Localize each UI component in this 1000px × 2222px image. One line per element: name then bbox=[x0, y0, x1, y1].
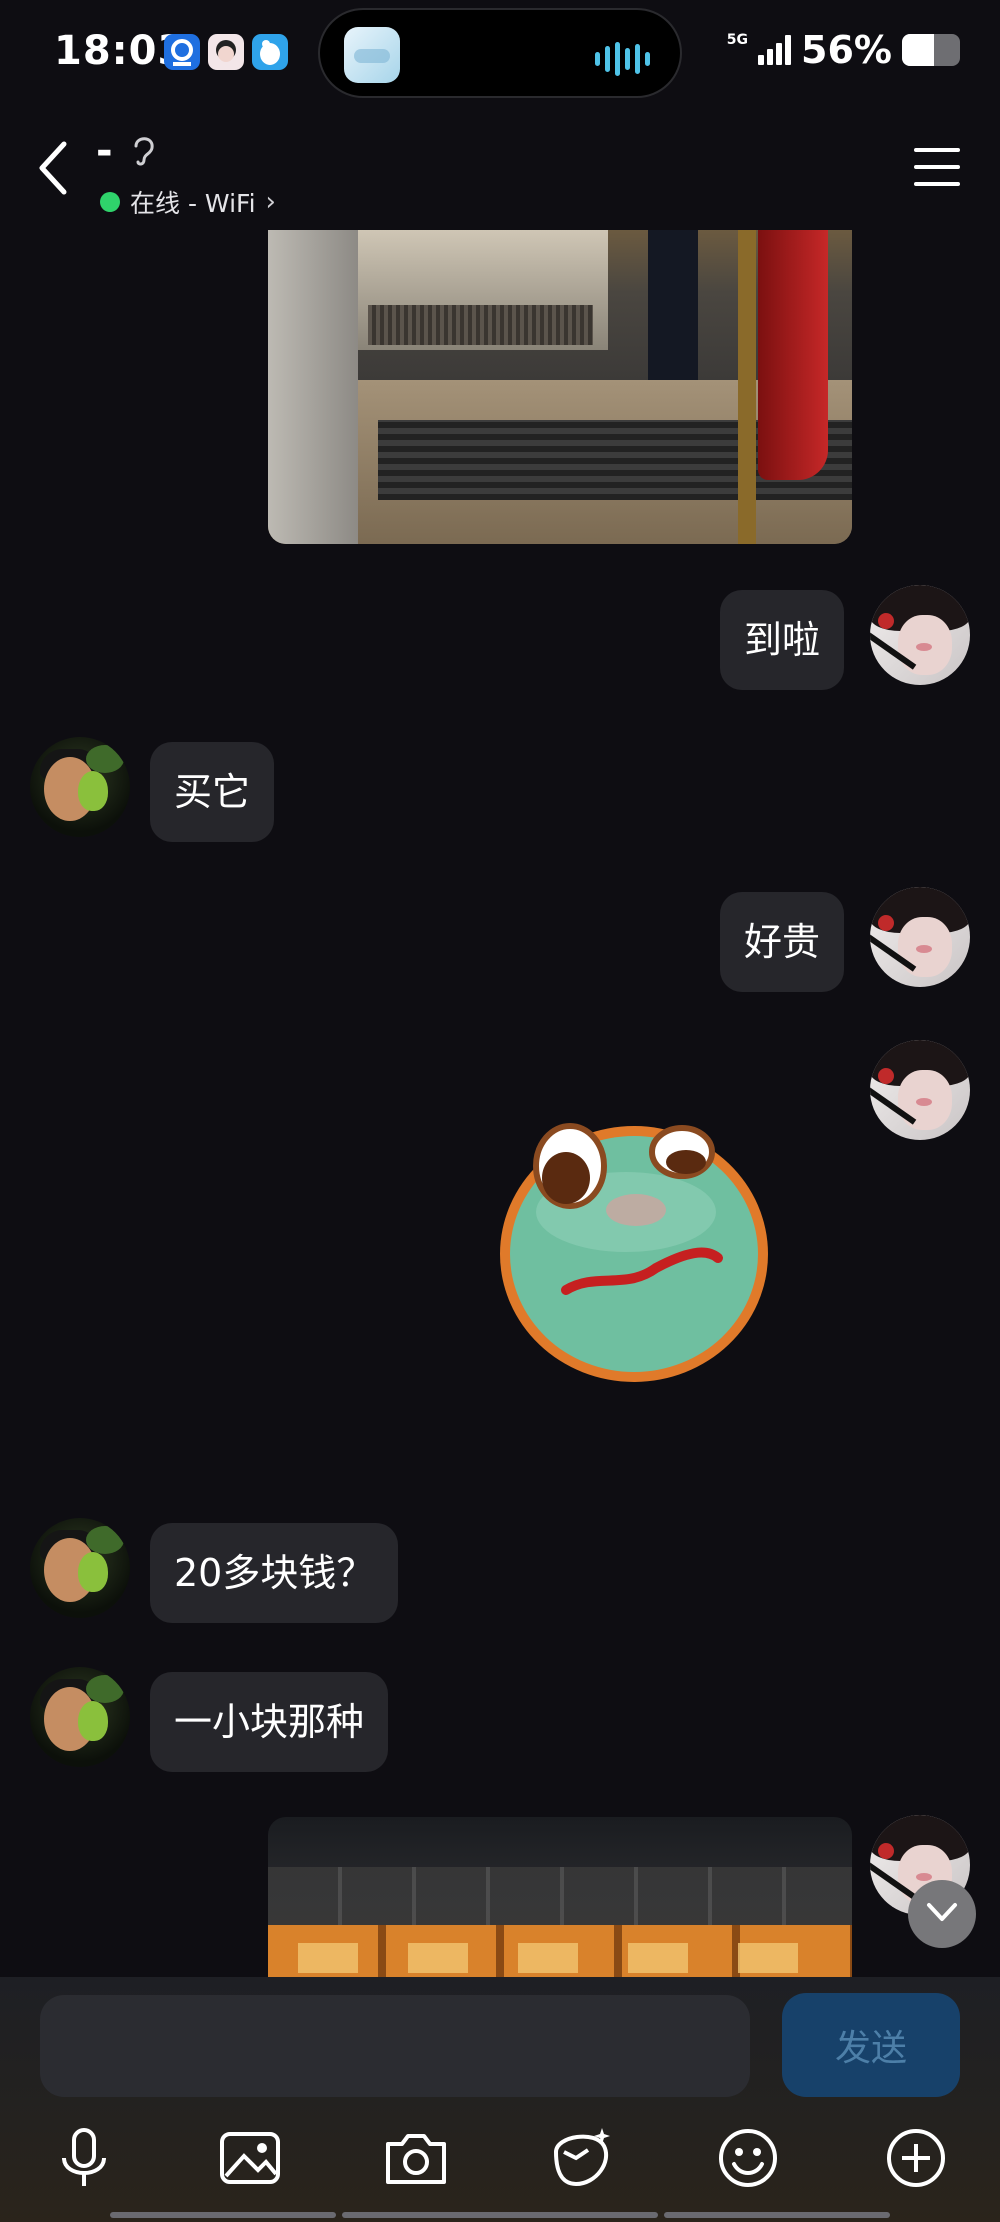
chevron-right-icon: › bbox=[265, 187, 276, 217]
app-icon-bird bbox=[252, 34, 288, 70]
camera-icon[interactable] bbox=[380, 2122, 452, 2194]
peer-avatar[interactable] bbox=[30, 1518, 130, 1618]
network-type: 5G bbox=[726, 32, 749, 48]
peer-avatar[interactable] bbox=[30, 737, 130, 837]
hamburger-icon bbox=[914, 148, 960, 152]
scroll-to-bottom-button[interactable] bbox=[908, 1880, 976, 1948]
composer: 发送 bbox=[0, 1977, 1000, 2222]
peer-avatar[interactable] bbox=[30, 1667, 130, 1767]
green-face-sticker[interactable] bbox=[496, 1112, 772, 1384]
composer-toolbar bbox=[0, 2122, 1000, 2194]
dynamic-island[interactable] bbox=[318, 8, 682, 98]
battery-icon bbox=[902, 34, 960, 66]
emoji-icon[interactable] bbox=[712, 2122, 784, 2194]
back-button[interactable] bbox=[34, 138, 74, 198]
message-bubble[interactable]: 买它 bbox=[150, 742, 275, 842]
my-avatar[interactable] bbox=[870, 887, 970, 987]
chevron-left-icon bbox=[39, 141, 67, 195]
battery-percent: 56% bbox=[801, 28, 892, 72]
signal-icon bbox=[758, 35, 792, 65]
app-icon-blue bbox=[164, 34, 200, 70]
status-bar: 18:03 5G 56% bbox=[0, 0, 1000, 110]
image-message-bread-display[interactable] bbox=[268, 1817, 852, 1977]
my-avatar[interactable] bbox=[870, 1040, 970, 1140]
ear-icon[interactable] bbox=[130, 132, 158, 168]
audio-wave-icon bbox=[595, 42, 650, 76]
message-bubble[interactable]: 一小块那种 bbox=[150, 1672, 389, 1772]
plus-icon[interactable] bbox=[880, 2122, 952, 2194]
image-message-bakery[interactable] bbox=[268, 230, 852, 544]
send-button[interactable]: 发送 bbox=[782, 1993, 960, 2097]
island-app-icon bbox=[344, 27, 400, 83]
status-right: 5G 56% bbox=[727, 28, 960, 72]
battery-fill bbox=[902, 34, 935, 66]
image-icon[interactable] bbox=[214, 2122, 286, 2194]
chat-header: - 在线 - WiFi › bbox=[0, 110, 1000, 230]
message-bubble[interactable]: 好贵 bbox=[720, 892, 845, 992]
red-packet-icon[interactable] bbox=[546, 2122, 618, 2194]
home-indicator bbox=[0, 2212, 1000, 2222]
message-bubble[interactable]: 到啦 bbox=[720, 590, 845, 690]
my-avatar[interactable] bbox=[870, 585, 970, 685]
online-dot-icon bbox=[100, 192, 120, 212]
online-status[interactable]: 在线 - WiFi › bbox=[100, 184, 276, 220]
message-bubble[interactable]: 20多块钱？ bbox=[150, 1523, 399, 1623]
message-input[interactable] bbox=[40, 1995, 750, 2097]
online-status-text: 在线 - WiFi bbox=[130, 189, 256, 218]
app-icon-avatar bbox=[208, 34, 244, 70]
microphone-icon[interactable] bbox=[48, 2122, 120, 2194]
chevron-down-icon bbox=[927, 1903, 957, 1921]
menu-button[interactable] bbox=[914, 148, 960, 188]
chat-title[interactable]: - bbox=[96, 128, 113, 174]
